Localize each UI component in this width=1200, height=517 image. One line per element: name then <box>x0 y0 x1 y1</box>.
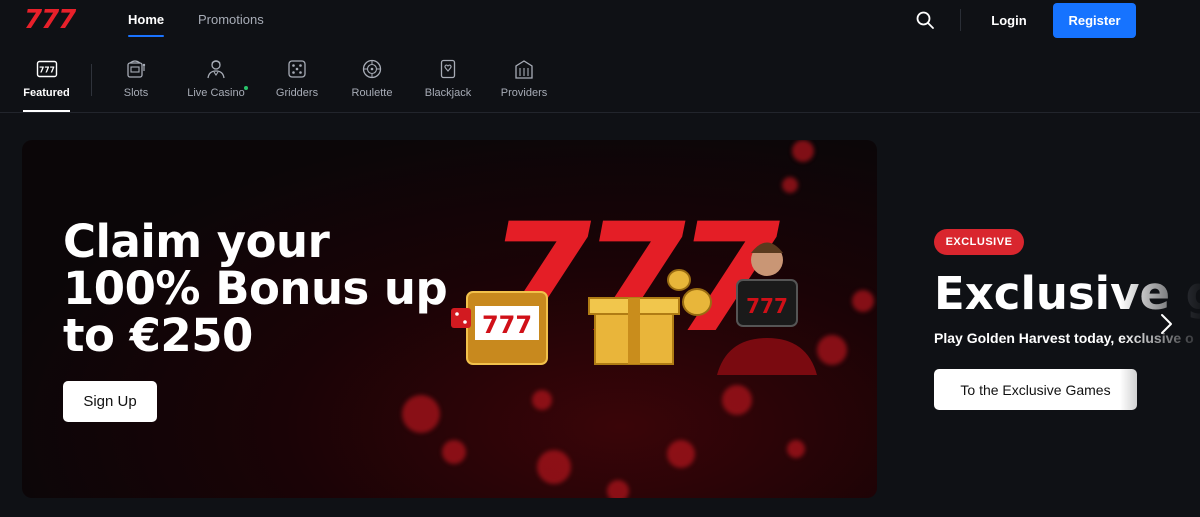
building-icon <box>513 58 535 80</box>
nav-home[interactable]: Home <box>128 12 164 28</box>
register-button[interactable]: Register <box>1053 3 1136 38</box>
tab-separator <box>91 64 92 96</box>
tab-label: Gridders <box>275 87 319 99</box>
login-button[interactable]: Login <box>985 8 1033 32</box>
svg-text:777: 777 <box>39 66 55 75</box>
hero-title: Claim your 100% Bonus up to €250 <box>63 215 448 362</box>
bokeh-light <box>442 440 466 464</box>
tab-label: Roulette <box>351 87 393 99</box>
bokeh-light <box>667 440 695 468</box>
tab-featured[interactable]: 777 Featured <box>23 52 70 112</box>
bokeh-light <box>402 395 440 433</box>
tab-label: Blackjack <box>424 87 472 99</box>
tab-live-casino[interactable]: Live Casino <box>183 52 249 112</box>
777-badge-icon: 777 <box>36 58 58 80</box>
hero-banner[interactable]: Claim your 100% Bonus up to €250 Sign Up… <box>22 140 877 498</box>
tab-providers[interactable]: Providers <box>498 52 550 112</box>
exclusive-slide[interactable]: EXCLUSIVE Exclusive ga Play Golden Harve… <box>900 140 1200 498</box>
tab-label: Slots <box>123 87 149 99</box>
tab-label: Live Casino <box>187 87 245 99</box>
hero-artwork: 777 777 777 <box>447 192 847 375</box>
tab-label: Featured <box>23 87 70 99</box>
card-icon <box>437 58 459 80</box>
header-divider <box>960 9 961 31</box>
bokeh-light <box>792 140 814 162</box>
dice-grid-icon <box>286 58 308 80</box>
tab-roulette[interactable]: Roulette <box>349 52 395 112</box>
exclusive-badge: EXCLUSIVE <box>934 229 1024 255</box>
bokeh-light <box>782 177 798 193</box>
nav-home-active-indicator <box>128 35 164 37</box>
bokeh-light <box>852 290 874 312</box>
bokeh-light <box>787 440 805 458</box>
search-icon[interactable] <box>914 9 936 31</box>
sign-up-button[interactable]: Sign Up <box>63 381 157 422</box>
svg-text:777: 777 <box>746 294 788 318</box>
svg-text:777: 777 <box>482 311 532 339</box>
bokeh-light <box>537 450 571 484</box>
chevron-right-icon[interactable] <box>1156 312 1176 336</box>
site-logo[interactable]: 777 <box>24 6 76 34</box>
tab-blackjack[interactable]: Blackjack <box>421 52 475 112</box>
header-bottom-border <box>0 112 1200 113</box>
slot-machine-icon <box>125 58 147 80</box>
live-indicator-dot <box>244 86 248 90</box>
dealer-icon <box>205 58 227 80</box>
bokeh-light <box>722 385 752 415</box>
bokeh-light <box>607 480 629 498</box>
tab-label: Providers <box>500 87 548 99</box>
category-tabs: 777 Featured Slots Live Casino Gridders … <box>0 52 1200 113</box>
nav-promotions[interactable]: Promotions <box>198 12 264 28</box>
tab-gridders[interactable]: Gridders <box>272 52 322 112</box>
tab-slots[interactable]: Slots <box>116 52 156 112</box>
exclusive-games-button[interactable]: To the Exclusive Games <box>934 369 1137 410</box>
top-navbar: 777 Home Promotions Login Register <box>0 0 1200 40</box>
bokeh-light <box>532 390 552 410</box>
roulette-icon <box>361 58 383 80</box>
